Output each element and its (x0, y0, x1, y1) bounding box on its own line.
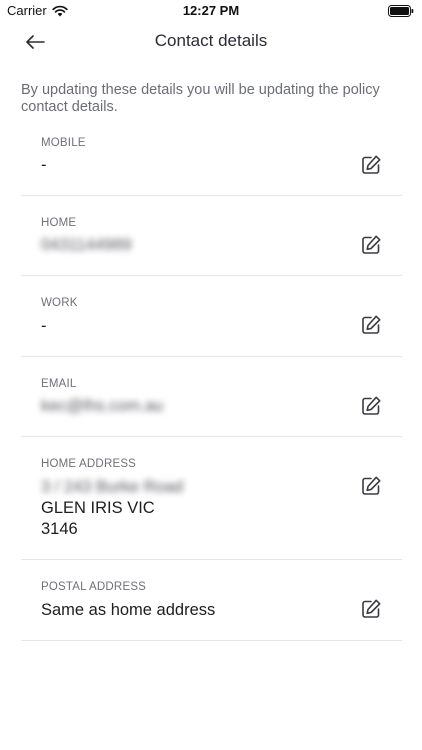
intro-text: By updating these details you will be up… (21, 82, 380, 115)
contact-details-list: MOBILE - HOME 0431144989 WORK - EMAIL ke… (21, 124, 402, 641)
home-address-line1: 3 / 243 Burke Road (41, 478, 184, 496)
postal-address-row[interactable]: POSTAL ADDRESS Same as home address (21, 560, 402, 641)
email-label: EMAIL (41, 378, 77, 390)
home-phone-label: HOME (41, 217, 77, 229)
work-phone-label: WORK (41, 297, 78, 309)
home-address-line3: 3146 (41, 520, 78, 538)
status-time: 12:27 PM (182, 3, 240, 18)
home-address-label: HOME ADDRESS (41, 458, 137, 470)
mobile-label: MOBILE (41, 137, 86, 149)
work-phone-value: - (41, 317, 47, 335)
email-value: kec@lhs.com.au (41, 397, 164, 415)
postal-address-label: POSTAL ADDRESS (41, 581, 147, 593)
email-row[interactable]: EMAIL kec@lhs.com.au (21, 357, 402, 437)
edit-work-phone-icon[interactable] (359, 313, 383, 337)
home-address-line2: GLEN IRIS VIC (41, 499, 155, 517)
postal-address-value: Same as home address (41, 601, 216, 619)
mobile-value: - (41, 156, 47, 174)
navigation-bar: Contact details (0, 22, 422, 62)
mobile-row[interactable]: MOBILE - (21, 124, 402, 196)
edit-email-icon[interactable] (359, 394, 383, 418)
work-phone-row[interactable]: WORK - (21, 276, 402, 357)
edit-home-phone-icon[interactable] (359, 233, 383, 257)
page-title: Contact details (154, 31, 268, 50)
home-phone-value: 0431144989 (41, 236, 132, 254)
battery-icon (388, 5, 414, 17)
home-address-row[interactable]: HOME ADDRESS 3 / 243 Burke Road GLEN IRI… (21, 437, 402, 560)
edit-mobile-icon[interactable] (359, 153, 383, 177)
edit-home-address-icon[interactable] (359, 474, 383, 498)
edit-postal-address-icon[interactable] (359, 597, 383, 621)
home-phone-row[interactable]: HOME 0431144989 (21, 196, 402, 276)
status-bar: Carrier 12:27 PM (0, 0, 422, 22)
